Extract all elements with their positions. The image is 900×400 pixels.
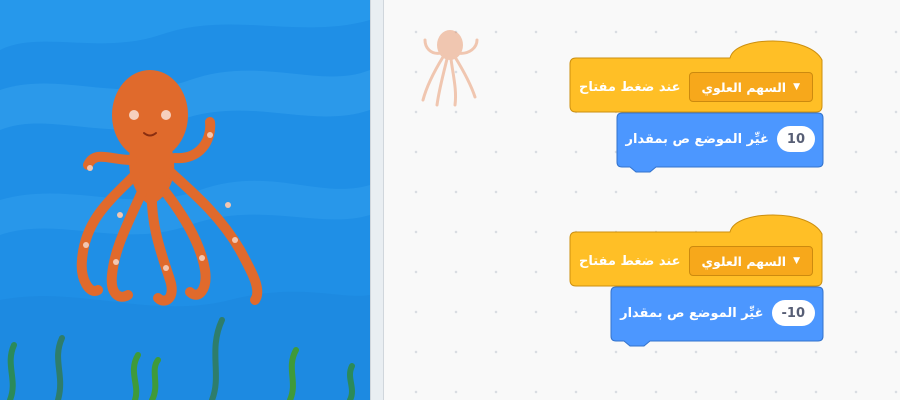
key-dropdown[interactable]: ▼ السهم العلوي [688, 246, 813, 276]
caret-down-icon: ▼ [793, 256, 800, 266]
key-dropdown[interactable]: ▼ السهم العلوي [688, 72, 813, 102]
change-y-value-input[interactable]: -10 [771, 300, 815, 326]
when-key-pressed-block-1[interactable]: عند ضغط مفتاح ▼ السهم العلوي [568, 40, 825, 114]
stage-workspace-divider [370, 0, 384, 400]
stage[interactable] [0, 0, 370, 400]
change-y-block-1[interactable]: غيِّر الموضع ص بمقدار 10 [616, 112, 825, 173]
change-y-block-2[interactable]: غيِّر الموضع ص بمقدار -10 [610, 286, 825, 347]
key-dropdown-value: السهم العلوي [701, 79, 787, 95]
when-key-pressed-block-2[interactable]: عند ضغط مفتاح ▼ السهم العلوي [568, 214, 825, 288]
octopus-sprite-icon [421, 30, 479, 107]
change-y-value-input[interactable]: 10 [776, 126, 815, 152]
key-dropdown-value: السهم العلوي [701, 253, 787, 269]
hat-label: عند ضغط مفتاح [579, 253, 681, 269]
change-y-label: غيِّر الموضع ص بمقدار [625, 131, 769, 147]
stage-backdrop [0, 0, 370, 400]
caret-down-icon: ▼ [793, 82, 800, 92]
hat-label: عند ضغط مفتاح [579, 79, 681, 95]
change-y-label: غيِّر الموضع ص بمقدار [620, 305, 764, 321]
